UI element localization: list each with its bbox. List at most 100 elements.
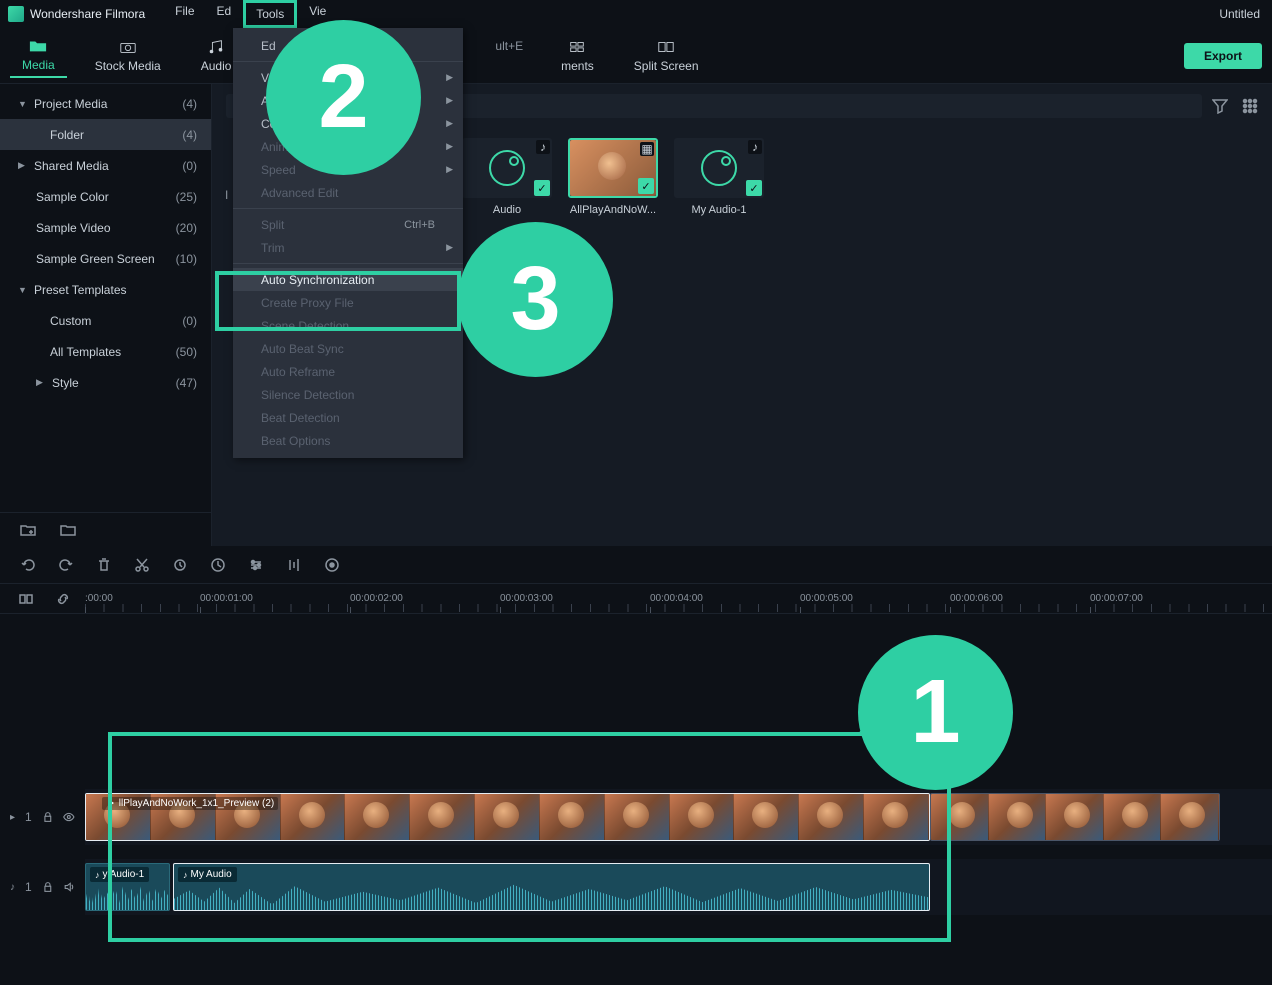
tree-project-media[interactable]: ▼Project Media(4) (0, 88, 211, 119)
tab-split-label: Split Screen (634, 59, 699, 73)
tree-sample-color[interactable]: Sample Color(25) (0, 181, 211, 212)
tree-style[interactable]: ▶Style(47) (0, 367, 211, 398)
menu-file[interactable]: File (165, 0, 204, 28)
thumb-audio-1[interactable]: ♪ ✓ My Audio-1 (674, 138, 764, 216)
export-button[interactable]: Export (1184, 43, 1262, 69)
tree-shared-media[interactable]: ▶Shared Media(0) (0, 150, 211, 181)
tick-5: 00:00:05:00 (800, 593, 853, 604)
timeline-toolbar (0, 546, 1272, 584)
annotation-2: 2 (266, 20, 421, 175)
video-track-head: ▸1 (0, 789, 85, 845)
tab-stock-media[interactable]: Stock Media (83, 35, 173, 77)
lock-icon[interactable] (42, 811, 54, 823)
dd-beatopt[interactable]: Beat Options (233, 429, 463, 452)
tree-custom[interactable]: Custom(0) (0, 305, 211, 336)
audio-mixer-icon[interactable] (286, 557, 302, 573)
split-screen-icon (657, 39, 675, 55)
marker-label: I (225, 188, 228, 202)
lock-icon[interactable] (42, 881, 54, 893)
app-name: Wondershare Filmora (30, 7, 145, 21)
annotation-box-3 (215, 271, 461, 331)
audio-track-head: ♪1 (0, 859, 85, 915)
speed-icon[interactable] (210, 557, 226, 573)
video-badge-icon: ▦ (640, 142, 654, 156)
tree-preset-templates[interactable]: ▼Preset Templates (0, 274, 211, 305)
main-area: ▼Project Media(4) Folder(4) ▶Shared Medi… (0, 84, 1272, 546)
tick-2: 00:00:02:00 (350, 593, 403, 604)
tree-all-templates[interactable]: All Templates(50) (0, 336, 211, 367)
undo-icon[interactable] (20, 557, 36, 573)
annotation-3: 3 (458, 222, 613, 377)
app-logo: Wondershare Filmora (8, 6, 145, 22)
tab-media-label: Media (22, 58, 55, 72)
dd-silence[interactable]: Silence Detection (233, 383, 463, 406)
video-clip[interactable] (930, 793, 1220, 841)
thumb-video[interactable]: ▦ ✓ AllPlayAndNoW... (568, 138, 658, 216)
tab-audio-label: Audio (201, 59, 232, 73)
elements-icon (568, 39, 586, 55)
tab-media[interactable]: Media (10, 34, 67, 78)
menu-items: File Ed Tools Vie (165, 0, 336, 28)
tick-4: 00:00:04:00 (650, 593, 703, 604)
new-folder-icon[interactable] (20, 522, 36, 538)
dd-beatdet[interactable]: Beat Detection (233, 406, 463, 429)
dd-reframe[interactable]: Auto Reframe (233, 360, 463, 383)
tree-sample-green[interactable]: Sample Green Screen(10) (0, 243, 211, 274)
tree-folder[interactable]: Folder(4) (0, 119, 211, 150)
annotation-1: 1 (858, 635, 1013, 790)
tab-elements[interactable]: ments (549, 35, 606, 77)
tick-3: 00:00:03:00 (500, 593, 553, 604)
thumb-audio[interactable]: ♪ ✓ Audio (462, 138, 552, 216)
delete-icon[interactable] (96, 557, 112, 573)
tree-sample-video[interactable]: Sample Video(20) (0, 212, 211, 243)
tick-1: 00:00:01:00 (200, 593, 253, 604)
mute-icon[interactable] (63, 881, 75, 893)
check-icon: ✓ (746, 180, 762, 196)
dd-beatsync[interactable]: Auto Beat Sync (233, 337, 463, 360)
menubar: Wondershare Filmora File Ed Tools Vie Un… (0, 0, 1272, 28)
audio-icon (489, 150, 525, 186)
tab-split-screen[interactable]: Split Screen (622, 35, 711, 77)
eye-icon[interactable] (63, 811, 75, 823)
thumb-audio1-label: My Audio-1 (674, 204, 764, 216)
annotation-box-1 (108, 732, 951, 942)
thumb-video-label: AllPlayAndNoW... (568, 204, 658, 216)
cut-icon[interactable] (134, 557, 150, 573)
dd-advanced[interactable]: Advanced Edit (233, 181, 463, 204)
tab-elements-label: ments (561, 59, 594, 73)
menu-tools[interactable]: Tools (243, 0, 297, 28)
tab-stock-label: Stock Media (95, 59, 161, 73)
tick-6: 00:00:06:00 (950, 593, 1003, 604)
filter-icon[interactable] (1212, 98, 1228, 114)
media-tree: ▼Project Media(4) Folder(4) ▶Shared Medi… (0, 84, 211, 512)
tick-0: :00:00 (85, 593, 113, 604)
audio-icon (701, 150, 737, 186)
music-icon (207, 39, 225, 55)
document-title: Untitled (1219, 7, 1260, 21)
music-badge-icon: ♪ (536, 140, 550, 154)
thumb-audio-label: Audio (462, 204, 552, 216)
sidebar-bottom (0, 512, 211, 546)
redo-icon[interactable] (58, 557, 74, 573)
sidebar: ▼Project Media(4) Folder(4) ▶Shared Medi… (0, 84, 212, 546)
check-icon: ✓ (534, 180, 550, 196)
timeline-ruler[interactable]: :00:00 00:00:01:00 00:00:02:00 00:00:03:… (0, 584, 1272, 614)
check-icon: ✓ (638, 178, 654, 194)
tool-tabs: Media Stock Media Audio ult+E ments Spli… (0, 28, 1272, 84)
music-badge-icon: ♪ (748, 140, 762, 154)
logo-icon (8, 6, 24, 22)
record-icon[interactable] (324, 557, 340, 573)
folder-icon[interactable] (60, 522, 76, 538)
dd-split[interactable]: SplitCtrl+B (233, 213, 463, 236)
folder-icon (29, 38, 47, 54)
dd-trim[interactable]: Trim▶ (233, 236, 463, 259)
camera-icon (119, 39, 137, 55)
crop-icon[interactable] (172, 557, 188, 573)
timeline-zoom-icon[interactable] (18, 591, 34, 607)
grid-view-icon[interactable] (1242, 98, 1258, 114)
shortcut-hint: ult+E (495, 39, 523, 53)
menu-edit[interactable]: Ed (207, 0, 242, 28)
link-icon[interactable] (55, 591, 71, 607)
adjust-icon[interactable] (248, 557, 264, 573)
tick-7: 00:00:07:00 (1090, 593, 1143, 604)
